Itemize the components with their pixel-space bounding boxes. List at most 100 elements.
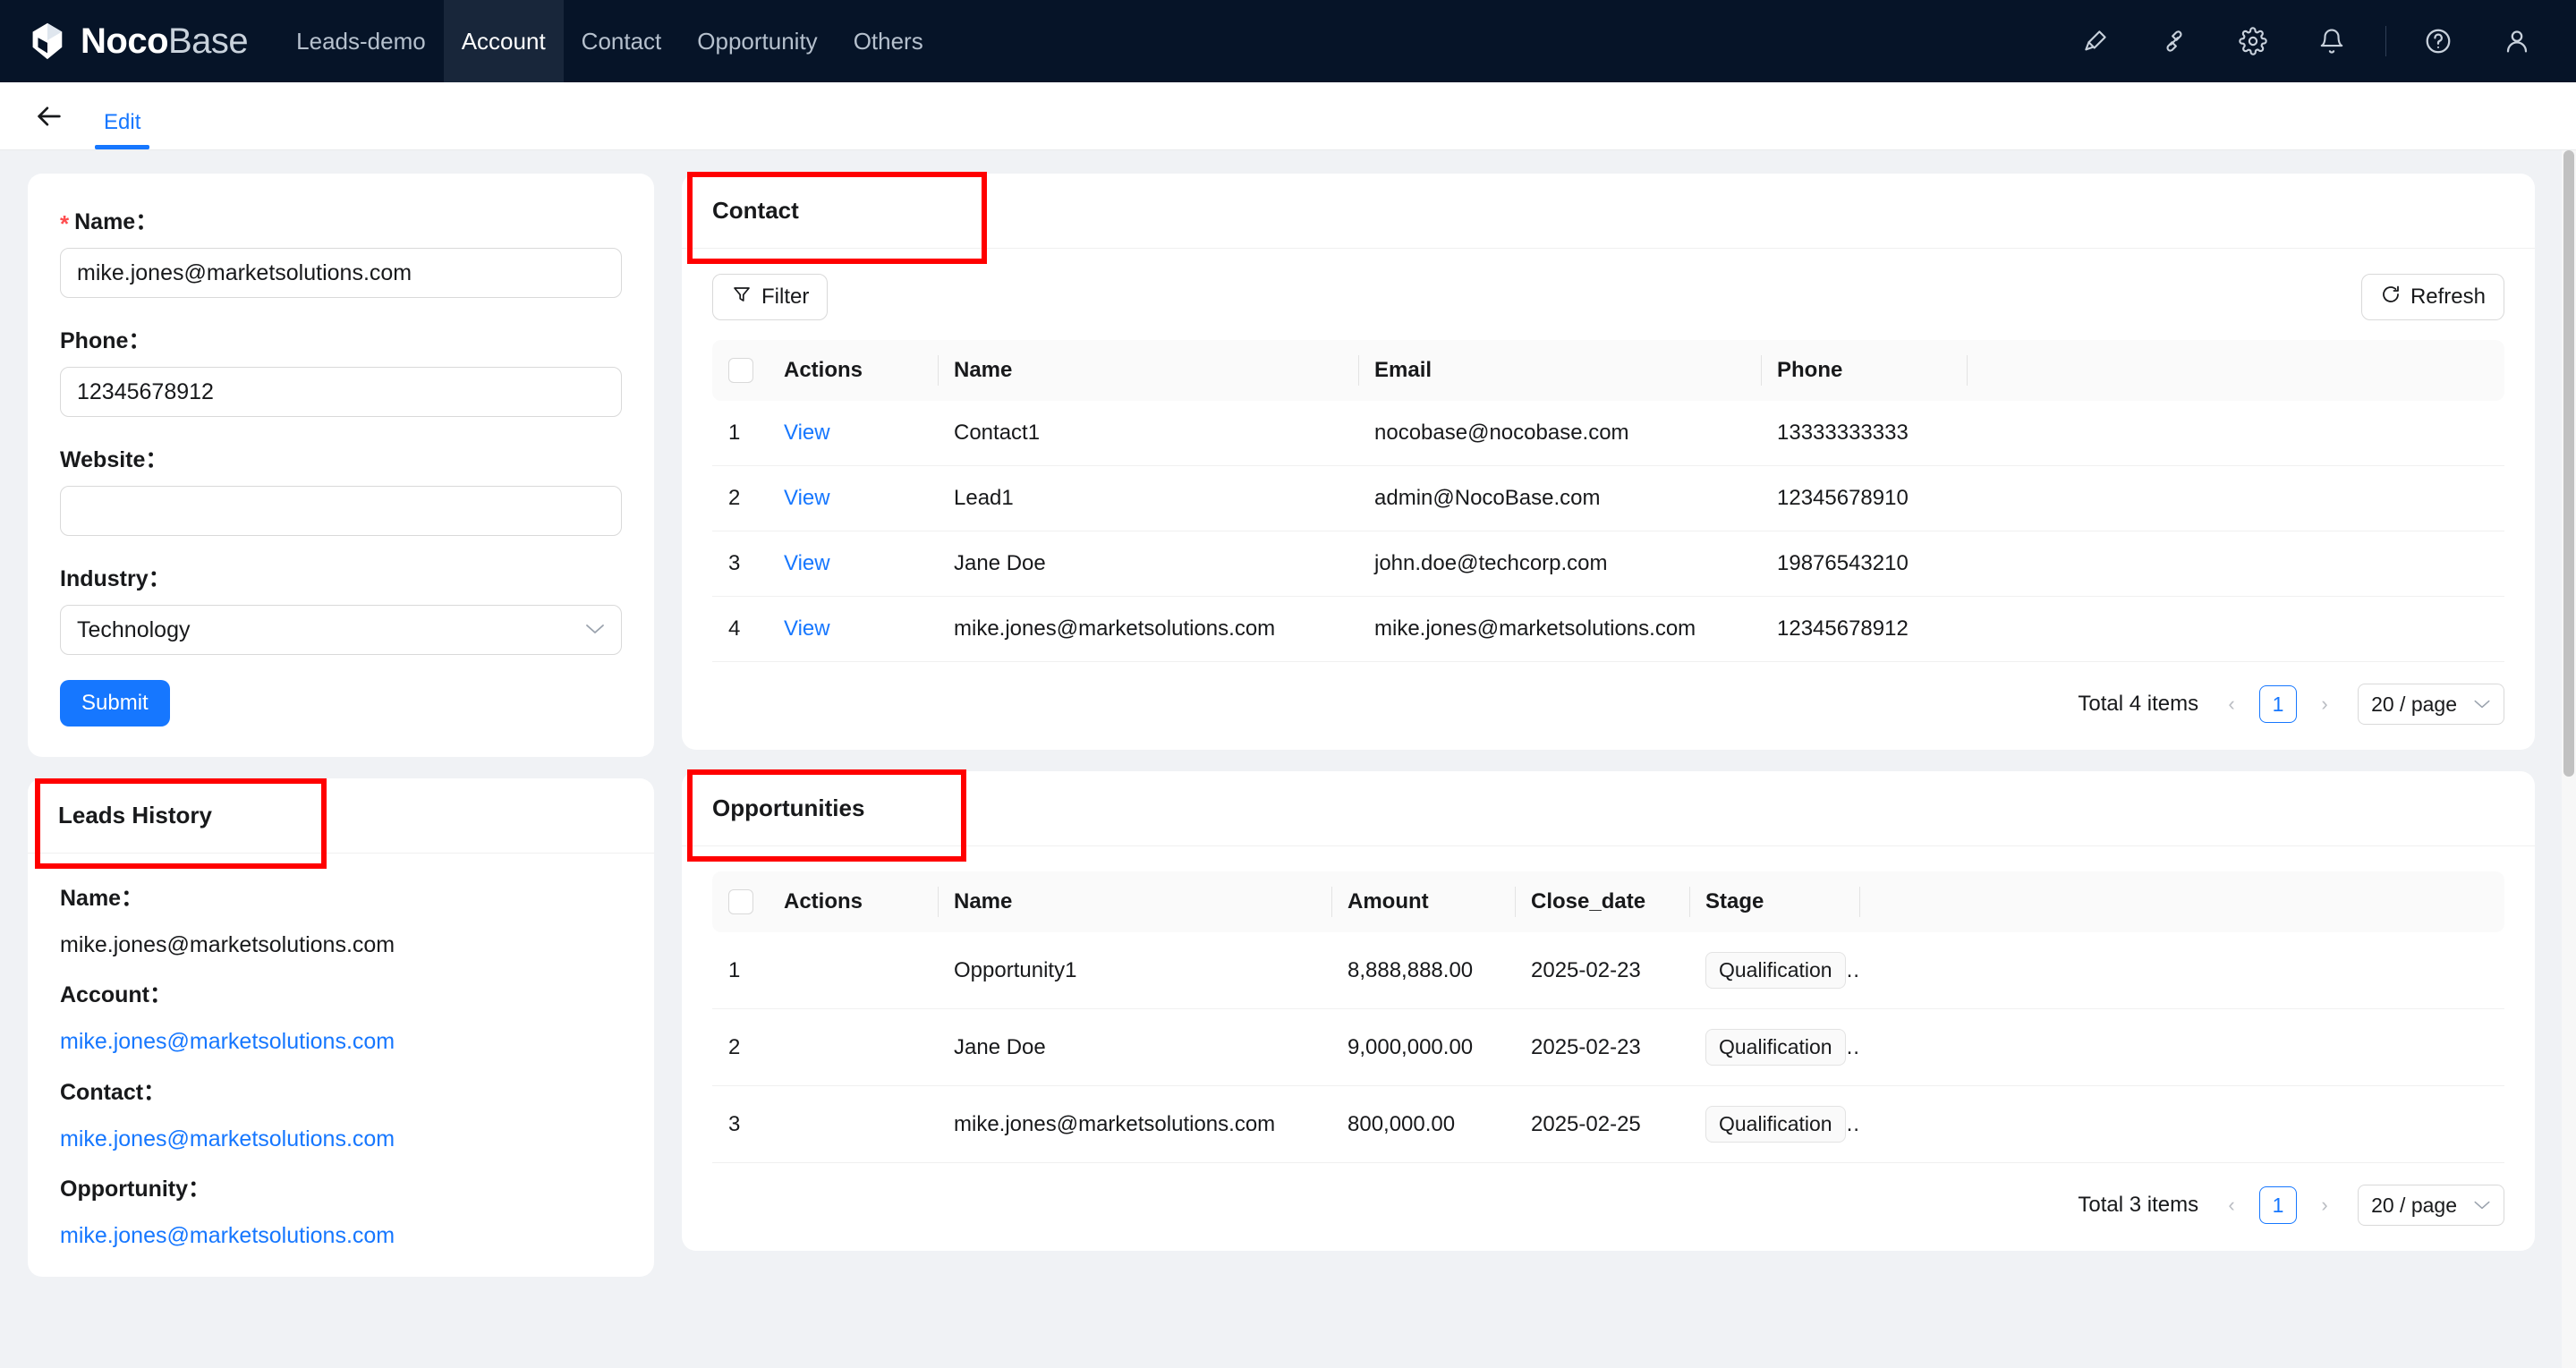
- opportunities-page-size-select[interactable]: 20 / page: [2358, 1185, 2504, 1226]
- industry-select[interactable]: Technology: [60, 605, 622, 655]
- field-phone-label: Phone：: [60, 323, 622, 355]
- contact-row-2-spacer: [1967, 466, 2504, 531]
- user-avatar-icon[interactable]: [2490, 14, 2544, 68]
- opportunity-row-3-num: 3: [712, 1086, 768, 1163]
- opportunity-row-2-name: Jane Doe: [938, 1009, 1331, 1086]
- nav-right-icons: [2044, 14, 2544, 68]
- opportunity-row-1-actions: [768, 932, 938, 1009]
- nav-item-account[interactable]: Account: [444, 0, 564, 82]
- opportunities-page-1[interactable]: 1: [2259, 1186, 2297, 1224]
- table-row[interactable]: 3 mike.jones@marketsolutions.com 800,000…: [712, 1086, 2504, 1163]
- opportunities-table-header-row: Actions Name Amount Close_date Stage: [712, 871, 2504, 932]
- leads-history-account-link[interactable]: mike.jones@marketsolutions.com: [60, 1025, 622, 1058]
- opportunity-row-1-close-date: 2025-02-23: [1515, 932, 1689, 1009]
- select-all-checkbox[interactable]: [728, 358, 753, 383]
- contact-row-4-name: mike.jones@marketsolutions.com: [938, 597, 1358, 662]
- opportunities-next-page-icon[interactable]: ›: [2309, 1190, 2340, 1220]
- contact-prev-page-icon[interactable]: ‹: [2216, 689, 2247, 719]
- opportunities-select-all-cell: [712, 871, 768, 932]
- field-website: Website：: [60, 442, 622, 536]
- field-industry: Industry： Technology: [60, 561, 622, 655]
- opportunities-card: Opportunities Actions Name: [682, 771, 2535, 1251]
- nav-item-leads-demo[interactable]: Leads-demo: [278, 0, 444, 82]
- contact-page-size-value: 20 / page: [2371, 692, 2457, 717]
- website-input[interactable]: [60, 486, 622, 536]
- contact-row-4-view-link[interactable]: View: [784, 616, 830, 641]
- leads-history-card: Leads History Name： mike.jones@marketsol…: [28, 778, 654, 1277]
- opportunity-row-3-stage-cell: Qualification: [1689, 1086, 1859, 1163]
- contact-card-header: Contact: [682, 174, 2535, 249]
- brand-logo-area[interactable]: NocoBase: [27, 21, 248, 62]
- field-website-label-text: Website：: [60, 442, 167, 474]
- name-input[interactable]: [60, 248, 622, 298]
- field-website-label: Website：: [60, 442, 622, 474]
- table-row[interactable]: 1 View Contact1 nocobase@nocobase.com 13…: [712, 401, 2504, 466]
- nav-item-others[interactable]: Others: [836, 0, 941, 82]
- left-column: * Name： Phone： Website：: [28, 174, 654, 1298]
- contact-row-2-email: admin@NocoBase.com: [1358, 466, 1761, 531]
- opportunity-row-1-spacer: [1859, 932, 2504, 1009]
- opportunity-row-3-name: mike.jones@marketsolutions.com: [938, 1086, 1331, 1163]
- opportunities-prev-page-icon[interactable]: ‹: [2216, 1190, 2247, 1220]
- highlighter-icon[interactable]: [2069, 14, 2122, 68]
- nav-divider: [2385, 26, 2386, 56]
- contact-row-1-view-link[interactable]: View: [784, 421, 830, 445]
- refresh-icon: [2380, 284, 2402, 311]
- scrollbar-thumb[interactable]: [2563, 150, 2574, 777]
- table-row[interactable]: 2 View Lead1 admin@NocoBase.com 12345678…: [712, 466, 2504, 531]
- select-all-checkbox[interactable]: [728, 889, 753, 914]
- bell-icon[interactable]: [2305, 14, 2359, 68]
- opportunities-col-close-date: Close_date: [1515, 871, 1689, 932]
- page-content: * Name： Phone： Website：: [0, 150, 2576, 1368]
- contact-page-size-select[interactable]: 20 / page: [2358, 684, 2504, 725]
- nav-item-opportunity[interactable]: Opportunity: [679, 0, 835, 82]
- plugin-icon[interactable]: [2147, 14, 2201, 68]
- contact-col-name: Name: [938, 340, 1358, 401]
- opportunities-card-title: Opportunities: [712, 794, 864, 845]
- page-tabs: Edit: [95, 82, 149, 149]
- tab-edit[interactable]: Edit: [95, 110, 149, 149]
- contact-row-4-num: 4: [712, 597, 768, 662]
- submit-button[interactable]: Submit: [60, 680, 170, 726]
- contact-page-1[interactable]: 1: [2259, 685, 2297, 723]
- arrow-left-icon[interactable]: [23, 90, 75, 142]
- nav-item-contact[interactable]: Contact: [564, 0, 680, 82]
- industry-select-value: Technology: [77, 617, 190, 643]
- opportunity-row-2-actions: [768, 1009, 938, 1086]
- leads-history-contact-link[interactable]: mike.jones@marketsolutions.com: [60, 1123, 622, 1155]
- gear-icon[interactable]: [2226, 14, 2280, 68]
- contact-card: Contact Filter: [682, 174, 2535, 750]
- status-badge: Qualification: [1705, 952, 1846, 989]
- leads-history-opportunity-link[interactable]: mike.jones@marketsolutions.com: [60, 1219, 622, 1252]
- table-row[interactable]: 2 Jane Doe 9,000,000.00 2025-02-23 Quali…: [712, 1009, 2504, 1086]
- refresh-button-label: Refresh: [2410, 285, 2486, 310]
- help-icon[interactable]: [2411, 14, 2465, 68]
- refresh-button[interactable]: Refresh: [2361, 274, 2504, 320]
- opportunity-row-3-actions: [768, 1086, 938, 1163]
- contact-row-3-view-link[interactable]: View: [784, 551, 830, 575]
- filter-button[interactable]: Filter: [712, 274, 828, 320]
- contact-card-title: Contact: [712, 197, 799, 248]
- account-form-card: * Name： Phone： Website：: [28, 174, 654, 757]
- contact-row-2-name: Lead1: [938, 466, 1358, 531]
- contact-row-4-email: mike.jones@marketsolutions.com: [1358, 597, 1761, 662]
- nocobase-logo-icon: [27, 21, 68, 62]
- opportunities-col-amount: Amount: [1331, 871, 1515, 932]
- contact-next-page-icon[interactable]: ›: [2309, 689, 2340, 719]
- contact-row-2-view-link[interactable]: View: [784, 486, 830, 510]
- table-row[interactable]: 3 View Jane Doe john.doe@techcorp.com 19…: [712, 531, 2504, 597]
- opportunity-row-3-spacer: [1859, 1086, 2504, 1163]
- page-scrollbar[interactable]: [2562, 150, 2576, 1368]
- opportunity-row-2-stage-cell: Qualification: [1689, 1009, 1859, 1086]
- contact-col-spacer: [1967, 340, 2504, 401]
- contact-row-4-phone: 12345678912: [1761, 597, 1967, 662]
- field-phone-label-text: Phone：: [60, 323, 150, 355]
- contact-row-3-name: Jane Doe: [938, 531, 1358, 597]
- phone-input[interactable]: [60, 367, 622, 417]
- contact-col-actions: Actions: [768, 340, 938, 401]
- contact-toolbar: Filter Refresh: [682, 249, 2535, 340]
- opportunity-row-2-amount: 9,000,000.00: [1331, 1009, 1515, 1086]
- table-row[interactable]: 1 Opportunity1 8,888,888.00 2025-02-23 Q…: [712, 932, 2504, 1009]
- table-row[interactable]: 4 View mike.jones@marketsolutions.com mi…: [712, 597, 2504, 662]
- filter-button-label: Filter: [761, 285, 809, 310]
